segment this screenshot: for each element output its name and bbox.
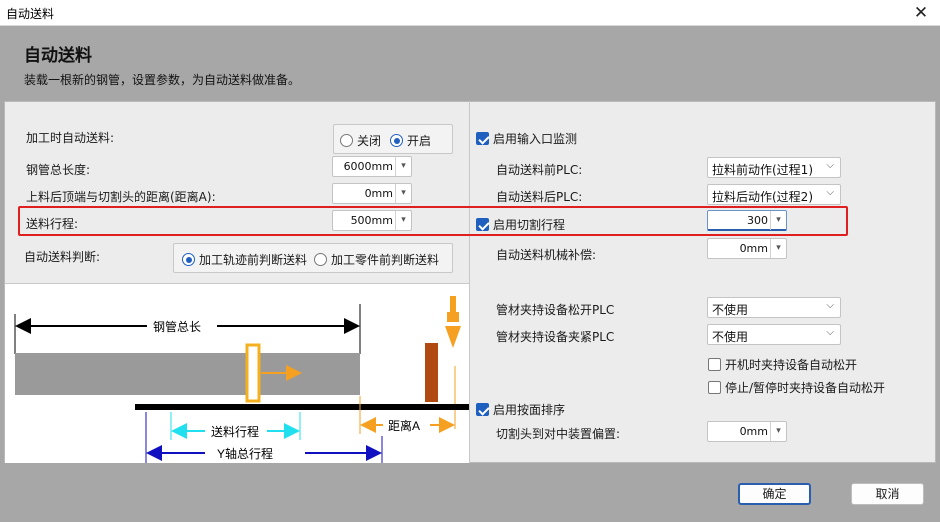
center-offset-input[interactable]: 0mm ▾ [707, 421, 787, 442]
chevron-down-icon: ⌵ [826, 160, 834, 171]
feed-judge-radio-group: 加工轨迹前判断送料 加工零件前判断送料 [173, 243, 453, 273]
y-travel-text: Y轴总行程 [217, 446, 273, 461]
chevron-down-icon[interactable]: ▾ [770, 422, 786, 441]
chevron-down-icon[interactable]: ▾ [395, 211, 411, 230]
laser-head-body [447, 312, 459, 322]
feed-diagram: 钢管总长 送料行程 距离A Y轴总行程 [5, 284, 469, 463]
feed-clamp [245, 343, 261, 403]
radio-on-indicator [390, 134, 403, 147]
radio-trajectory-indicator [182, 253, 195, 266]
checkbox-indicator [476, 218, 489, 231]
after-plc-select[interactable]: 拉料后动作(过程2) ⌵ [707, 184, 841, 205]
feed-travel-input[interactable]: 500mm ▾ [332, 210, 412, 231]
ok-button[interactable]: 确定 [738, 483, 811, 505]
window-title: 自动送料 [6, 7, 55, 21]
dialog-heading: 自动送料 [24, 46, 92, 66]
dialog-header: 自动送料 装载一根新的钢管，设置参数，为自动送料做准备。 [0, 27, 940, 100]
chevron-down-icon: ⌵ [826, 300, 834, 311]
tube-length-input[interactable]: 6000mm ▾ [332, 156, 412, 177]
tube-length-label: 钢管总长度: [26, 163, 91, 177]
auto-feed-radio-group: 关闭 开启 [333, 124, 453, 154]
feed-travel-text: 送料行程 [211, 424, 259, 439]
input-monitor-checkbox[interactable]: 启用输入口监测 [476, 130, 577, 147]
dialog-subtitle: 装载一根新的钢管，设置参数，为自动送料做准备。 [24, 73, 301, 87]
column-divider [469, 101, 470, 463]
chevron-down-icon: ⌵ [826, 327, 834, 338]
radio-judge-trajectory[interactable]: 加工轨迹前判断送料 [182, 251, 307, 268]
clamp-tight-select[interactable]: 不使用 ⌵ [707, 324, 841, 345]
radio-judge-part[interactable]: 加工零件前判断送料 [314, 251, 439, 268]
button-sort-checkbox[interactable]: 启用按面排序 [476, 401, 565, 418]
title-bar: 自动送料 ✕ [0, 0, 940, 26]
feed-travel-label: 送料行程: [26, 217, 79, 231]
radio-off-indicator [340, 134, 353, 147]
machine-rail [135, 404, 469, 410]
cut-travel-input[interactable]: 300 ▾ [707, 210, 787, 231]
checkbox-indicator [476, 132, 489, 145]
chevron-down-icon[interactable]: ▾ [395, 157, 411, 176]
laser-head-top [450, 296, 456, 312]
tube-body [15, 353, 360, 395]
mech-comp-label: 自动送料机械补偿: [496, 248, 597, 262]
checkbox-indicator [708, 381, 721, 394]
radio-part-indicator [314, 253, 327, 266]
mech-comp-input[interactable]: 0mm ▾ [707, 238, 787, 259]
clamp-release-select[interactable]: 不使用 ⌵ [707, 297, 841, 318]
distance-a-label: 上料后顶端与切割头的距离(距离A): [26, 190, 216, 204]
before-plc-label: 自动送料前PLC: [496, 163, 583, 177]
startup-release-checkbox[interactable]: 开机时夹持设备自动松开 [708, 356, 857, 373]
checkbox-indicator [708, 358, 721, 371]
chevron-down-icon[interactable]: ▾ [770, 211, 786, 230]
center-offset-label: 切割头到对中装置偏置: [496, 427, 621, 441]
chevron-down-icon[interactable]: ▾ [395, 184, 411, 203]
stop-release-checkbox[interactable]: 停止/暂停时夹持设备自动松开 [708, 379, 885, 396]
tube-length-text: 钢管总长 [153, 319, 201, 334]
before-plc-select[interactable]: 拉料前动作(过程1) ⌵ [707, 157, 841, 178]
cutting-head [425, 343, 438, 402]
cancel-button[interactable]: 取消 [851, 483, 924, 505]
close-icon[interactable]: ✕ [910, 2, 932, 24]
distance-a-input[interactable]: 0mm ▾ [332, 183, 412, 204]
clamp-release-label: 管材夹持设备松开PLC [496, 303, 615, 317]
cut-travel-checkbox[interactable]: 启用切割行程 [476, 216, 565, 233]
chevron-down-icon[interactable]: ▾ [770, 239, 786, 258]
feed-judge-label: 自动送料判断: [24, 250, 101, 264]
chevron-down-icon: ⌵ [826, 187, 834, 198]
distance-a-text: 距离A [388, 418, 420, 433]
clamp-tight-label: 管材夹持设备夹紧PLC [496, 330, 615, 344]
radio-auto-feed-off[interactable]: 关闭 [340, 132, 381, 149]
auto-feed-label: 加工时自动送料: [26, 131, 115, 145]
radio-auto-feed-on[interactable]: 开启 [390, 132, 431, 149]
after-plc-label: 自动送料后PLC: [496, 190, 583, 204]
checkbox-indicator [476, 403, 489, 416]
